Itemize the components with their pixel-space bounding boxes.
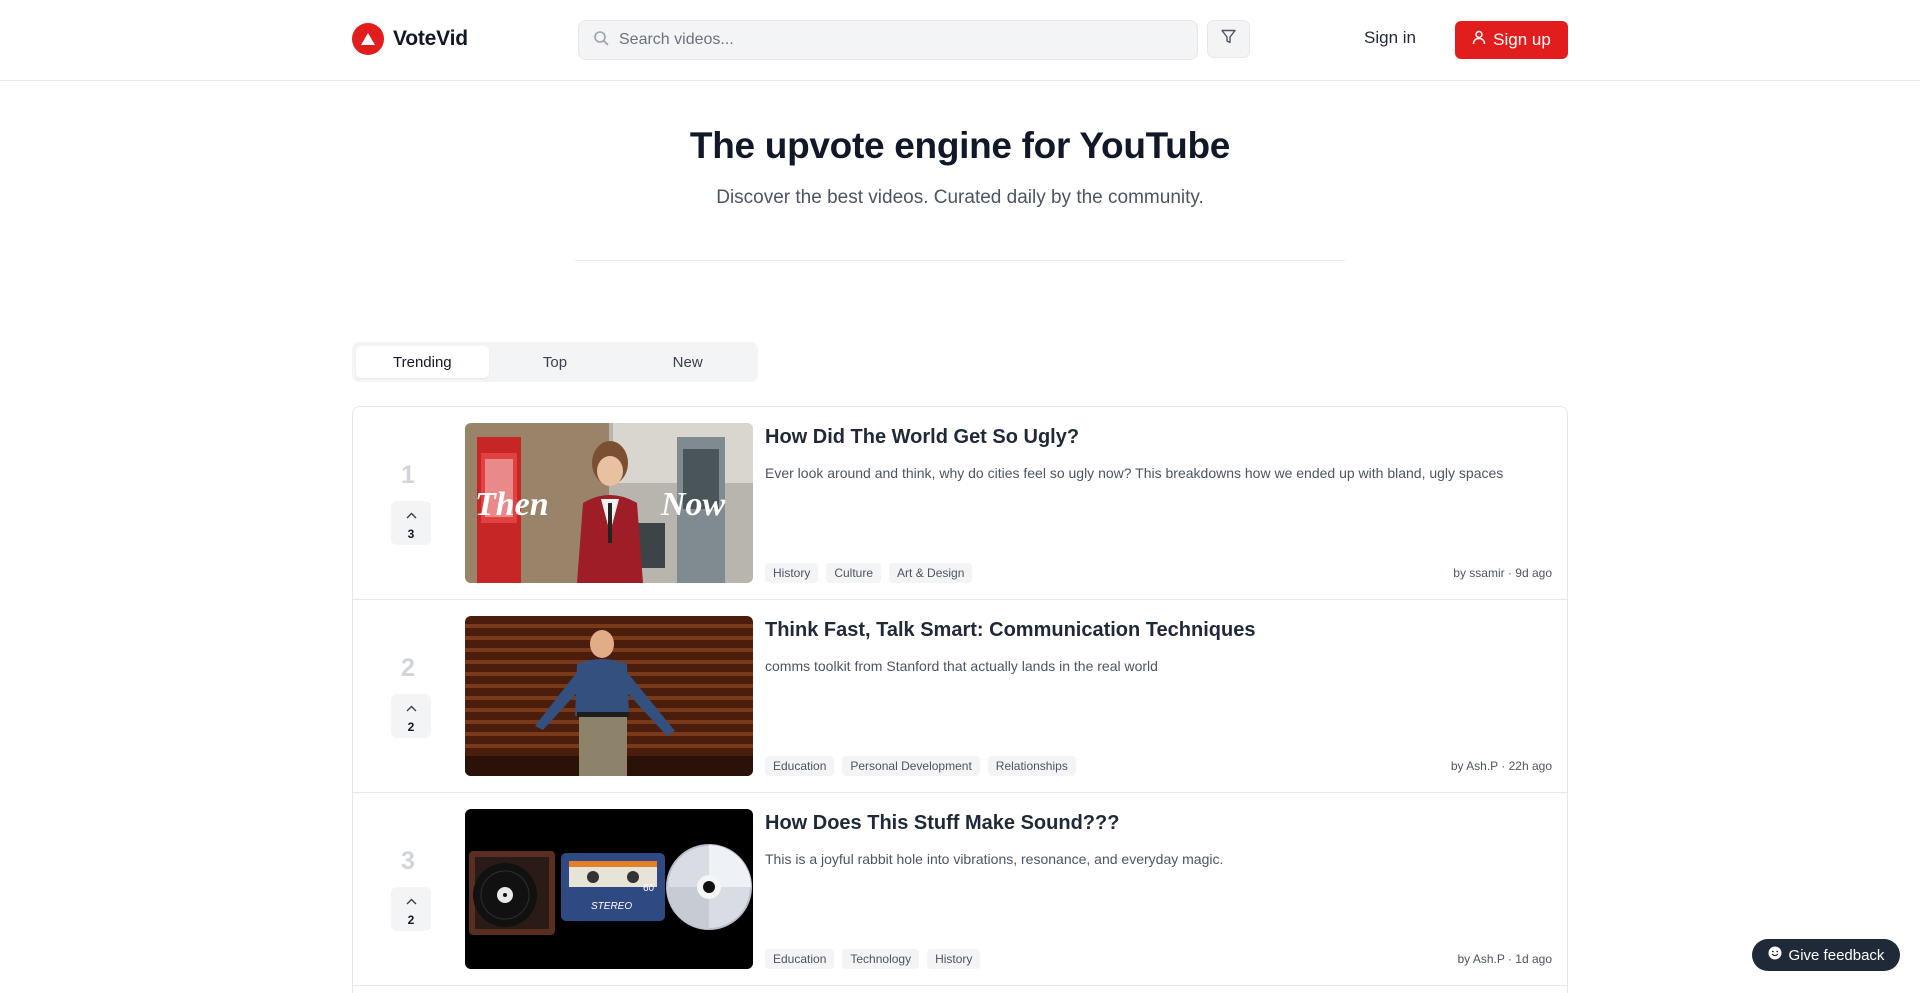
cassette-label: STEREO <box>591 901 632 912</box>
video-thumbnail[interactable]: STEREO 60 <box>465 809 753 969</box>
video-row: 3 2 STEREO 60 How Does This Stuff Make S… <box>353 793 1567 986</box>
tab-top[interactable]: Top <box>489 346 622 378</box>
tag-chip[interactable]: Culture <box>826 563 882 583</box>
video-title[interactable]: Think Fast, Talk Smart: Communication Te… <box>765 619 1255 642</box>
chevron-up-icon <box>406 506 417 524</box>
video-title[interactable]: How Does This Stuff Make Sound??? <box>765 812 1119 835</box>
tag-list: Education Technology History <box>765 949 981 969</box>
hero-divider <box>575 260 1345 261</box>
video-description: comms toolkit from Stanford that actuall… <box>765 658 1158 674</box>
upvote-button[interactable]: 2 <box>391 694 431 738</box>
tag-list: Education Personal Development Relations… <box>765 756 1076 776</box>
rank-number: 3 <box>401 847 415 875</box>
search-icon <box>593 30 609 51</box>
sign-up-button[interactable]: Sign up <box>1455 21 1568 59</box>
vote-count: 2 <box>407 912 415 927</box>
smile-icon <box>1768 946 1782 964</box>
brand-logo[interactable]: VoteVid <box>352 23 468 55</box>
cassette-number: 60 <box>643 883 655 894</box>
rank-number: 1 <box>401 461 415 489</box>
video-description: This is a joyful rabbit hole into vibrat… <box>765 851 1224 867</box>
vote-count: 3 <box>407 526 415 541</box>
video-description: Ever look around and think, why do citie… <box>765 465 1504 481</box>
feedback-label: Give feedback <box>1788 946 1885 964</box>
thumbnail-caption-now: Now <box>660 486 726 523</box>
tag-chip[interactable]: Technology <box>842 949 920 969</box>
rank-number: 2 <box>401 654 415 682</box>
hero-title: The upvote engine for YouTube <box>689 125 1231 166</box>
user-icon <box>1472 30 1486 50</box>
tag-chip[interactable]: History <box>927 949 981 969</box>
video-thumbnail[interactable]: Then Now <box>465 423 753 583</box>
brand-name: VoteVid <box>393 27 468 50</box>
sort-tabs: Trending Top New <box>352 342 758 382</box>
search-input[interactable] <box>619 31 1179 49</box>
tag-chip[interactable]: Relationships <box>987 756 1076 776</box>
tag-chip[interactable]: Education <box>765 949 835 969</box>
hero-subtitle: Discover the best videos. Curated daily … <box>716 187 1204 208</box>
filter-button[interactable] <box>1207 20 1250 58</box>
video-row: 1 3 Then Now How Did The World Get So Ug… <box>353 407 1567 600</box>
video-list: 1 3 Then Now How Did The World Get So Ug… <box>352 406 1568 993</box>
search-bar[interactable] <box>578 20 1198 60</box>
give-feedback-button[interactable]: Give feedback <box>1752 939 1900 971</box>
video-meta: by Ash.P · 22h ago <box>1450 759 1552 773</box>
filter-icon <box>1220 28 1237 50</box>
video-thumbnail[interactable] <box>465 616 753 776</box>
upvote-button[interactable]: 3 <box>391 501 431 545</box>
video-meta: by ssamir · 9d ago <box>1453 566 1552 580</box>
tab-new[interactable]: New <box>621 346 754 378</box>
tag-list: History Culture Art & Design <box>765 563 973 583</box>
upvote-button[interactable]: 2 <box>391 887 431 931</box>
video-title[interactable]: How Did The World Get So Ugly? <box>765 426 1079 449</box>
tag-chip[interactable]: Personal Development <box>842 756 980 776</box>
video-meta: by Ash.P · 1d ago <box>1457 952 1552 966</box>
thumbnail-caption-then: Then <box>475 486 549 523</box>
chevron-up-icon <box>406 892 417 910</box>
sign-in-link[interactable]: Sign in <box>1364 28 1416 48</box>
top-navbar: VoteVid Sign in Sign up <box>0 0 1920 81</box>
tag-chip[interactable]: Art & Design <box>889 563 973 583</box>
chevron-up-icon <box>406 699 417 717</box>
tab-trending[interactable]: Trending <box>356 346 489 378</box>
tag-chip[interactable]: Education <box>765 756 835 776</box>
sign-up-label: Sign up <box>1493 30 1551 49</box>
video-row: 2 2 Think Fast, Talk Smart: Communicatio… <box>353 600 1567 793</box>
vote-count: 2 <box>407 719 415 734</box>
tag-chip[interactable]: History <box>765 563 819 583</box>
logo-triangle-icon <box>352 23 384 55</box>
